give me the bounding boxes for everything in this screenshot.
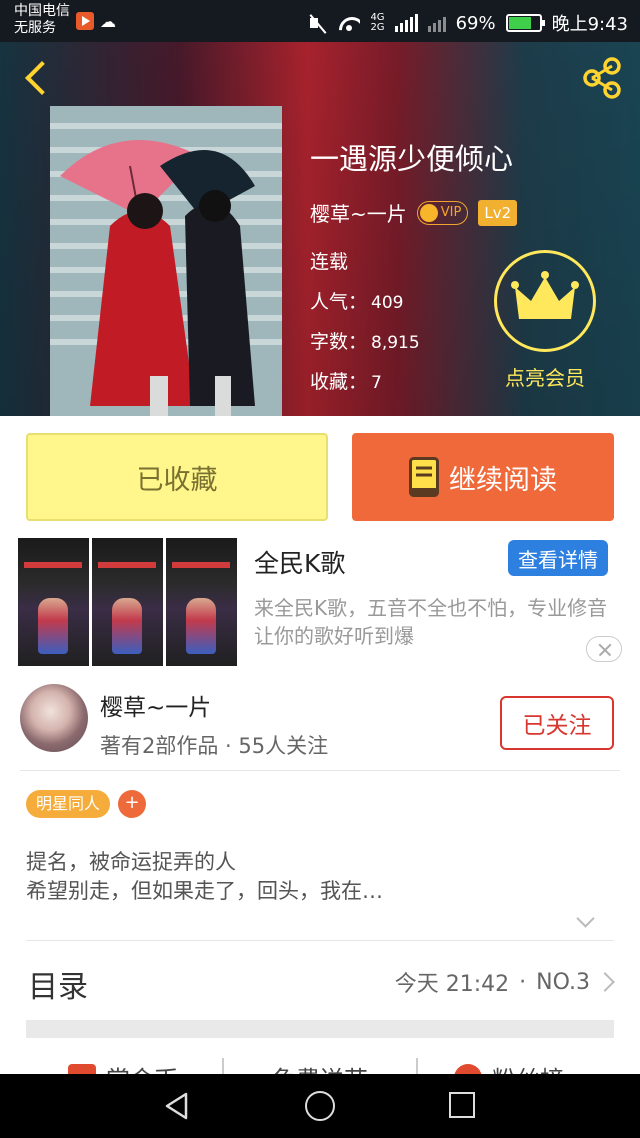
carrier-info: 中国电信 无服务 <box>14 3 70 37</box>
status-icons: 4G 2G 69% 晚上9:43 <box>308 10 628 36</box>
author-section[interactable]: 樱草~一片 著有2部作品 · 55人关注 已关注 <box>0 682 640 770</box>
crown-circle-icon <box>494 250 596 352</box>
signal-icon <box>394 14 418 32</box>
ad-description: 来全民K歌，五音不全也不怕，专业修音让你的歌好听到爆 <box>254 596 608 648</box>
collected-label: 已收藏 <box>136 464 218 496</box>
battery-percent: 69% <box>455 12 496 34</box>
avatar[interactable] <box>20 684 88 752</box>
book-meta: 一遇源少便倾心 樱草~一片 VIP Lv2 连载 人气： 409 字数： 8,915… <box>310 136 518 394</box>
nav-home-icon[interactable] <box>305 1091 335 1121</box>
activate-vip-button[interactable]: 点亮会员 <box>494 250 596 391</box>
vip-badge: VIP <box>416 200 469 225</box>
serial-status: 连载 <box>310 251 349 273</box>
nav-back-icon[interactable] <box>162 1091 192 1121</box>
battery-icon <box>505 14 545 32</box>
add-tag-button[interactable]: + <box>118 790 147 818</box>
activate-vip-label: 点亮会员 <box>505 366 585 390</box>
book-cover[interactable] <box>50 106 282 416</box>
author-works-count: 著有2部作品 · 55人关注 <box>100 734 329 758</box>
back-icon[interactable] <box>18 56 54 100</box>
video-app-icon <box>76 12 94 30</box>
book-title: 一遇源少便倾心 <box>310 142 514 176</box>
popularity-value: 409 <box>371 293 404 313</box>
toc-updated: 今天 21:42 <box>394 972 510 997</box>
favorites-stat: 收藏： 7 <box>310 367 517 394</box>
network-type: 4G 2G <box>370 12 385 33</box>
book-header: 一遇源少便倾心 樱草~一片 VIP Lv2 连载 人气： 409 字数： 8,915… <box>0 42 640 416</box>
nav-recents-icon[interactable] <box>449 1092 475 1118</box>
ad-title: 全民K歌 <box>254 549 346 578</box>
weather-icon: ☁ <box>100 12 116 31</box>
expand-chevron-icon[interactable] <box>576 912 596 932</box>
continue-reading-label: 继续阅读 <box>449 464 557 496</box>
continue-reading-button[interactable]: 继续阅读 <box>352 433 614 521</box>
author-profile-name[interactable]: 樱草~一片 <box>100 688 211 722</box>
divider <box>20 770 620 771</box>
system-nav-bar <box>0 1074 640 1138</box>
tag-list: 明星同人 + <box>26 790 147 818</box>
popularity-label: 人气： <box>310 291 368 313</box>
favorites-label: 收藏： <box>310 371 368 393</box>
collected-button[interactable]: 已收藏 <box>26 433 328 521</box>
divider <box>26 940 614 941</box>
ad-close-icon[interactable] <box>586 636 622 662</box>
word-count-stat: 字数： 8,915 <box>310 327 517 354</box>
crown-icon <box>419 203 438 222</box>
service-status: 无服务 <box>14 20 56 36</box>
clock: 晚上9:43 <box>551 14 628 35</box>
author-name[interactable]: 樱草~一片 <box>310 198 407 227</box>
ad-screenshot <box>166 538 237 666</box>
level-badge: Lv2 <box>478 199 518 226</box>
intro-line: 提名，被命运捉弄的人 <box>26 850 236 874</box>
book-intro[interactable]: 提名，被命运捉弄的人 希望别走，但如果走了，回头，我在… <box>26 848 616 906</box>
ad-screenshot <box>92 538 163 666</box>
ad-screenshots <box>18 538 237 666</box>
mute-icon <box>308 13 328 33</box>
status-bar: 中国电信 无服务 ☁ 4G 2G 69% 晚上9:43 <box>0 0 640 42</box>
follow-label: 已关注 <box>522 713 592 739</box>
toc-label: 目录 <box>28 970 88 1005</box>
tag-chip[interactable]: 明星同人 <box>26 790 111 818</box>
table-of-contents-row[interactable]: 目录 今天 21:42 · NO.3 <box>0 950 640 1018</box>
book-icon <box>409 457 439 497</box>
ad-banner[interactable]: 全民K歌 查看详情 来全民K歌，五音不全也不怕，专业修音让你的歌好听到爆 <box>0 536 640 668</box>
follow-button[interactable]: 已关注 <box>500 696 614 750</box>
toc-chapter: NO.3 <box>536 969 590 995</box>
signal-icon-2 <box>427 14 446 32</box>
section-spacer <box>26 1020 614 1038</box>
ad-details-button[interactable]: 查看详情 <box>508 540 608 576</box>
toc-latest-info: 今天 21:42 · NO.3 <box>394 966 615 998</box>
ad-screenshot <box>18 538 89 666</box>
share-icon[interactable] <box>578 54 626 102</box>
intro-line: 希望别走，但如果走了，回头，我在… <box>26 879 383 903</box>
toc-separator: · <box>519 969 527 995</box>
chevron-right-icon <box>595 972 615 992</box>
author-row: 樱草~一片 VIP Lv2 <box>310 198 518 227</box>
wifi-icon <box>338 14 360 32</box>
favorites-value: 7 <box>371 373 382 393</box>
carrier-name: 中国电信 <box>14 3 70 19</box>
vip-badge-label: VIP <box>440 205 462 220</box>
word-count-value: 8,915 <box>371 333 420 353</box>
bottom-action-tabs: 赏金币 免费送花 粉丝榜 <box>0 1046 640 1076</box>
word-count-label: 字数： <box>310 331 368 353</box>
popularity-stat: 人气： 409 <box>310 287 517 314</box>
